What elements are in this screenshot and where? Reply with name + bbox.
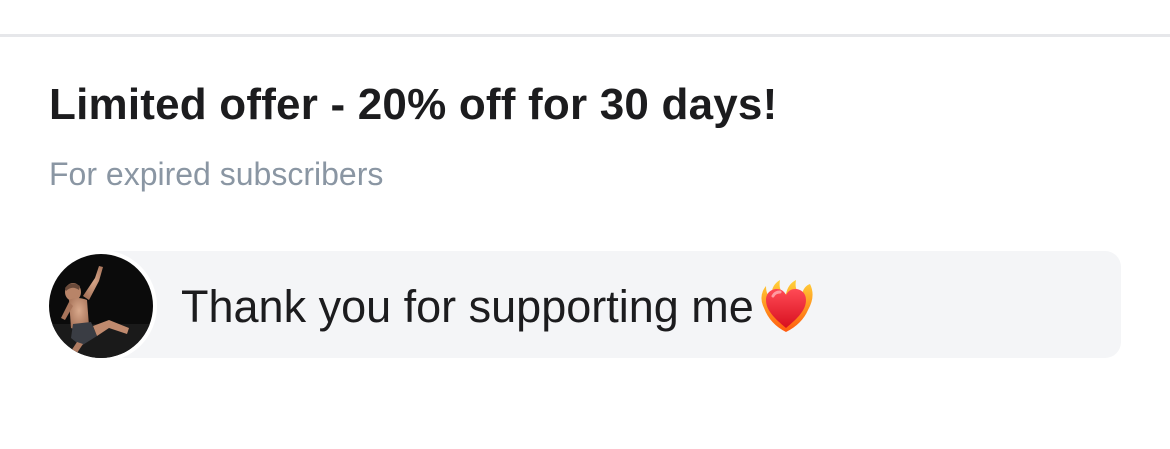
message-text-label: Thank you for supporting me — [181, 281, 754, 332]
offer-title: Limited offer - 20% off for 30 days! — [49, 80, 778, 129]
top-divider — [0, 34, 1170, 37]
avatar[interactable] — [45, 250, 157, 362]
offer-subtitle: For expired subscribers — [49, 156, 384, 192]
message-text: Thank you for supporting me — [181, 278, 816, 345]
heart-on-fire-icon — [756, 278, 816, 345]
avatar-photo — [49, 254, 153, 358]
